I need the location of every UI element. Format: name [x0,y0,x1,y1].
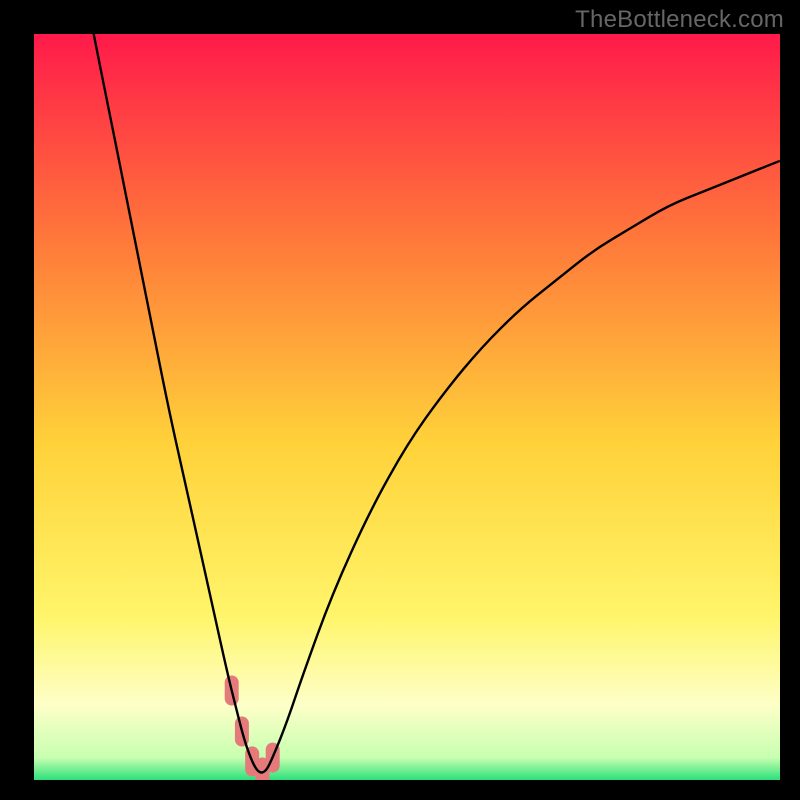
gradient-background [34,34,780,780]
plot-area [34,34,780,780]
chart-svg [34,34,780,780]
chart-frame: TheBottleneck.com [0,0,800,800]
watermark-text: TheBottleneck.com [575,6,784,34]
